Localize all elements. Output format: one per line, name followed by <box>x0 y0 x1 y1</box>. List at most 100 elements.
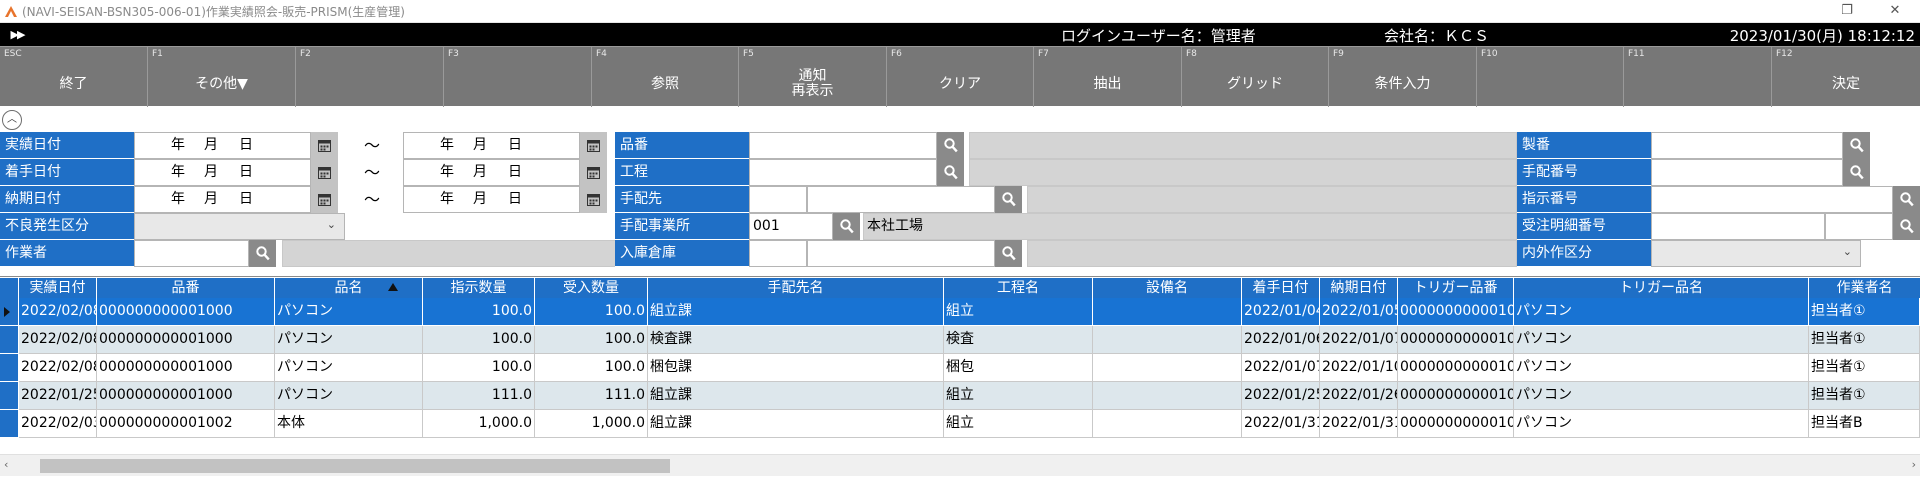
login-user-label: ログインユーザー名：管理者 <box>1061 27 1256 45</box>
label-furyo-kubun: 不良発生区分 <box>0 213 134 240</box>
hinban-input[interactable] <box>749 132 937 159</box>
col-shiji-suryo[interactable]: 指示数量 <box>423 278 535 298</box>
chevron-down-icon: ⌄ <box>1842 245 1852 258</box>
calendar-icon[interactable] <box>311 132 338 159</box>
jisseki-date-to-input[interactable]: 年 月 日 <box>403 132 580 159</box>
seiban-input[interactable] <box>1651 132 1843 159</box>
search-icon[interactable] <box>833 213 860 240</box>
col-jisseki-date[interactable]: 実績日付 <box>19 278 97 298</box>
nouki-date-from-input[interactable]: 年 月 日 <box>134 186 311 213</box>
search-icon[interactable] <box>995 240 1022 267</box>
app-logo-icon <box>5 6 17 17</box>
row-header[interactable] <box>0 298 19 326</box>
furyo-kubun-select[interactable]: ⌄ <box>134 213 345 240</box>
nyuko-souko-code-input[interactable] <box>807 240 995 267</box>
fkey-f7-button[interactable]: F7 抽出 <box>1034 47 1182 107</box>
search-icon[interactable] <box>1893 213 1920 240</box>
row-header[interactable] <box>0 354 19 382</box>
label-tehai-jigyosho: 手配事業所 <box>615 213 749 240</box>
calendar-icon[interactable] <box>580 159 607 186</box>
col-tehaisaki-mei[interactable]: 手配先名 <box>648 278 944 298</box>
scroll-right-icon[interactable]: › <box>1912 458 1916 471</box>
koutei-input[interactable] <box>749 159 937 186</box>
chakushu-date-from-input[interactable]: 年 月 日 <box>134 159 311 186</box>
row-header[interactable] <box>0 382 19 410</box>
grid-header: 実績日付 品番 品名 指示数量 受入数量 手配先名 工程名 設備名 着手日付 納… <box>0 278 1920 298</box>
col-hinban[interactable]: 品番 <box>97 278 275 298</box>
fkey-f11-button[interactable]: F11 <box>1624 47 1772 107</box>
forward-icon[interactable]: ▶▶ <box>4 24 30 45</box>
fkey-f8-button[interactable]: F8 グリッド <box>1182 47 1329 107</box>
current-row-indicator-icon <box>4 307 10 317</box>
fkey-f1-button[interactable]: F1 その他▼ <box>148 47 296 107</box>
col-setsubi-mei[interactable]: 設備名 <box>1093 278 1242 298</box>
jisseki-date-from-input[interactable]: 年 月 日 <box>134 132 311 159</box>
tehai-jigyosho-code-input[interactable]: 001 <box>749 213 833 240</box>
fkey-esc-button[interactable]: ESC 終了 <box>0 47 148 107</box>
nouki-date-to-input[interactable]: 年 月 日 <box>403 186 580 213</box>
col-trigger-hinmei[interactable]: トリガー品名 <box>1514 278 1809 298</box>
fkey-f6-button[interactable]: F6 クリア <box>887 47 1034 107</box>
scroll-left-icon[interactable]: ‹ <box>4 458 8 471</box>
juchu-meisai-line-input[interactable] <box>1825 213 1893 240</box>
company-label: 会社名：ＫＣＳ <box>1384 27 1490 45</box>
col-koutei-mei[interactable]: 工程名 <box>944 278 1093 298</box>
col-hinmei[interactable]: 品名 <box>275 278 423 298</box>
table-row[interactable]: 2022/01/25 000000000001000 パソコン 111.0 11… <box>0 382 1920 410</box>
close-icon[interactable]: ✕ <box>1872 0 1918 23</box>
fkey-f2-button[interactable]: F2 <box>296 47 444 107</box>
info-bar: ▶▶ ログインユーザー名：管理者 会社名：ＫＣＳ 2023/01/30(月) 1… <box>0 23 1920 46</box>
col-nouki-date[interactable]: 納期日付 <box>1320 278 1398 298</box>
calendar-icon[interactable] <box>311 186 338 213</box>
label-hinban: 品番 <box>615 132 749 159</box>
tehai-bangou-input[interactable] <box>1651 159 1843 186</box>
search-icon[interactable] <box>937 159 964 186</box>
juchu-meisai-no-input[interactable] <box>1651 213 1825 240</box>
tehaisaki-type-input[interactable] <box>749 186 807 213</box>
current-datetime: 2023/01/30(月) 18:12:12 <box>1729 27 1915 45</box>
search-icon[interactable] <box>1843 159 1870 186</box>
col-ukeire-suryo[interactable]: 受入数量 <box>535 278 648 298</box>
col-chakushu-date[interactable]: 着手日付 <box>1242 278 1320 298</box>
col-sagyosha-mei[interactable]: 作業者名 <box>1809 278 1920 298</box>
label-nyuko-souko: 入庫倉庫 <box>615 240 749 267</box>
scrollbar-thumb[interactable] <box>40 459 670 473</box>
search-icon[interactable] <box>937 132 964 159</box>
sagyosha-name-display <box>282 240 620 267</box>
fkey-f5-button[interactable]: F5 通知 再表示 <box>739 47 887 107</box>
search-icon[interactable] <box>1893 186 1920 213</box>
table-row[interactable]: 2022/02/08 000000000001000 パソコン 100.0 10… <box>0 298 1920 326</box>
restore-icon[interactable]: ❐ <box>1824 0 1870 23</box>
horizontal-scrollbar[interactable]: ‹ › <box>0 454 1920 476</box>
koutei-name-display <box>969 159 1517 186</box>
chakushu-date-to-input[interactable]: 年 月 日 <box>403 159 580 186</box>
chevron-down-icon: ⌄ <box>326 218 336 231</box>
fkey-f12-button[interactable]: F12 決定 <box>1772 47 1920 107</box>
calendar-icon[interactable] <box>580 132 607 159</box>
label-sagyosha: 作業者 <box>0 240 134 267</box>
fkey-f9-button[interactable]: F9 条件入力 <box>1329 47 1477 107</box>
search-icon[interactable] <box>1843 132 1870 159</box>
grid-corner <box>0 278 19 298</box>
table-row[interactable]: 2022/02/08 000000000001000 パソコン 100.0 10… <box>0 354 1920 382</box>
label-koutei: 工程 <box>615 159 749 186</box>
collapse-conditions-icon[interactable]: ︿ <box>2 110 22 130</box>
fkey-f3-button[interactable]: F3 <box>444 47 592 107</box>
row-header[interactable] <box>0 326 19 354</box>
range-tilde: ～ <box>364 163 381 182</box>
table-row[interactable]: 2022/02/03 000000000001002 本体 1,000.0 1,… <box>0 410 1920 438</box>
naigai-kubun-select[interactable]: ⌄ <box>1651 240 1861 267</box>
fkey-f10-button[interactable]: F10 <box>1477 47 1624 107</box>
calendar-icon[interactable] <box>311 159 338 186</box>
sagyosha-code-input[interactable] <box>134 240 249 267</box>
row-header[interactable] <box>0 410 19 438</box>
col-trigger-hinban[interactable]: トリガー品番 <box>1398 278 1514 298</box>
fkey-f4-button[interactable]: F4 参照 <box>592 47 739 107</box>
nyuko-souko-type-input[interactable] <box>749 240 807 267</box>
search-icon[interactable] <box>249 240 276 267</box>
table-row[interactable]: 2022/02/08 000000000001000 パソコン 100.0 10… <box>0 326 1920 354</box>
tehaisaki-code-input[interactable] <box>807 186 995 213</box>
shiji-bangou-input[interactable] <box>1651 186 1893 213</box>
calendar-icon[interactable] <box>580 186 607 213</box>
search-icon[interactable] <box>995 186 1022 213</box>
